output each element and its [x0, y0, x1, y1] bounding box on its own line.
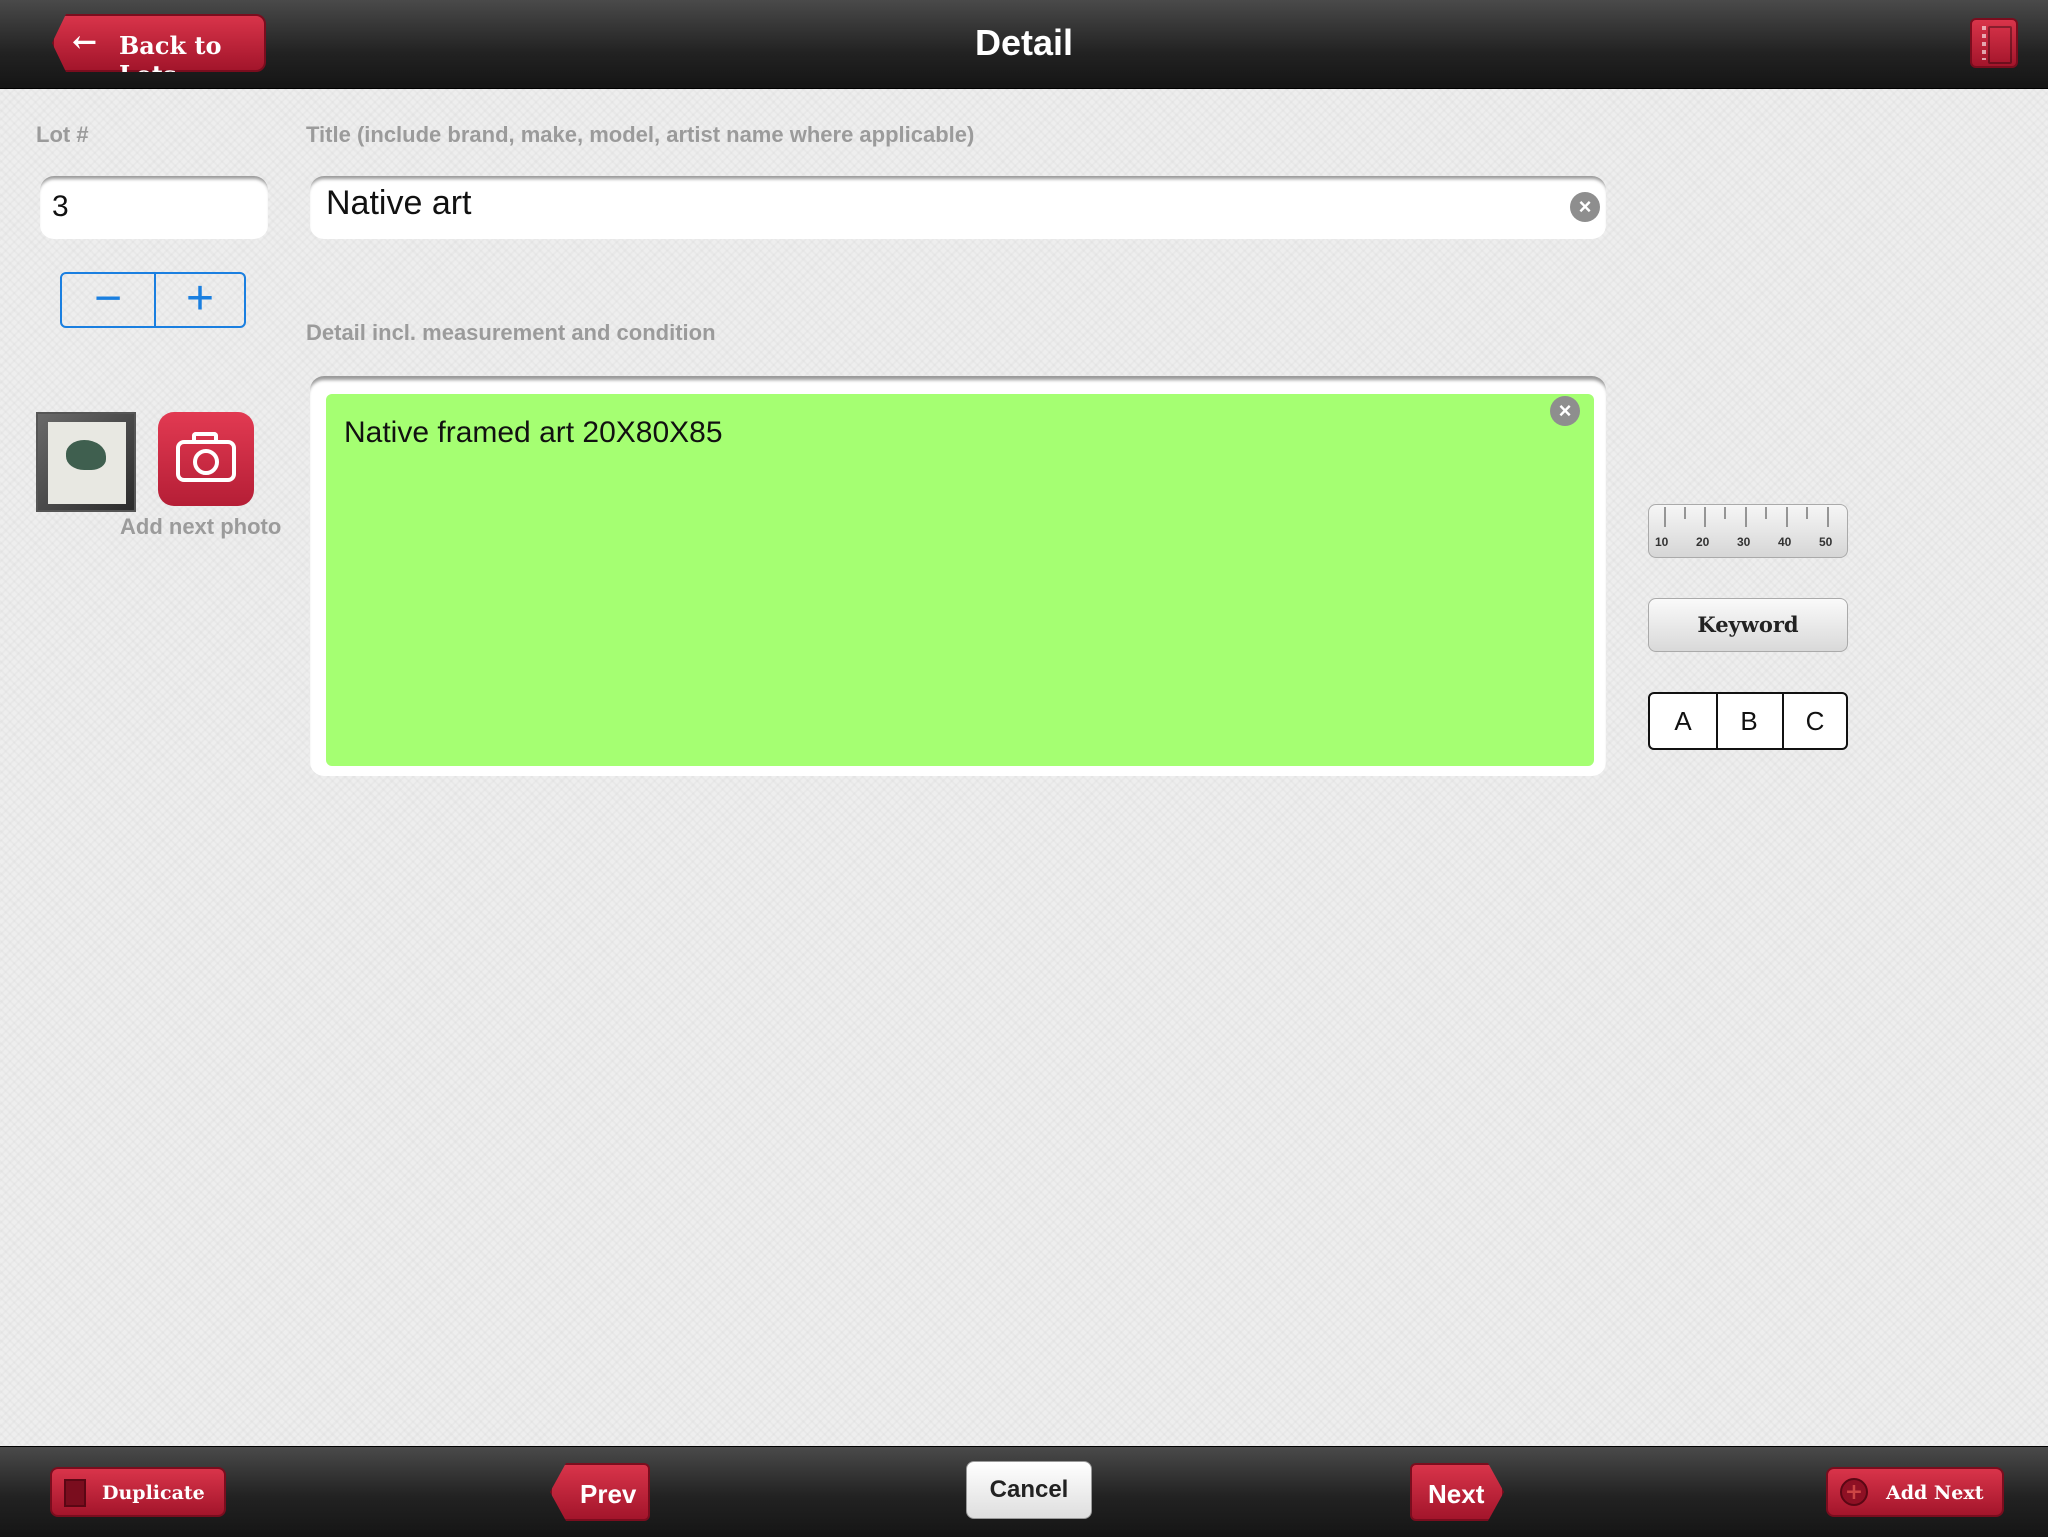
- camera-button[interactable]: [158, 412, 254, 506]
- duplicate-label: Duplicate: [102, 1482, 205, 1504]
- add-icon: +: [1840, 1478, 1868, 1506]
- grade-segmented-control: A B C: [1648, 692, 1848, 750]
- lot-number-value: 3: [52, 190, 69, 223]
- measurement-ruler-button[interactable]: 10 20 30 40 50: [1648, 504, 1848, 558]
- duplicate-icon: [64, 1479, 86, 1507]
- top-navigation-bar: ← Back to Lots Detail: [0, 0, 2048, 89]
- grade-c-button[interactable]: C: [1782, 694, 1848, 748]
- increment-button[interactable]: +: [154, 274, 246, 326]
- next-button[interactable]: Next: [1410, 1463, 1504, 1521]
- lot-number-label: Lot #: [36, 122, 89, 147]
- detail-highlight-area[interactable]: Native framed art 20X80X85 ×: [326, 394, 1594, 766]
- grade-b-button[interactable]: B: [1716, 694, 1784, 748]
- framed-art-image: [66, 440, 106, 470]
- notebook-icon: [1982, 26, 1986, 60]
- ruler-tick-40: 40: [1778, 535, 1792, 549]
- clear-detail-icon[interactable]: ×: [1550, 396, 1580, 426]
- photo-thumbnail[interactable]: [36, 412, 136, 512]
- page-title: Detail: [974, 22, 1074, 63]
- bottom-toolbar: Duplicate Prev Cancel Next + Add Next: [0, 1446, 2048, 1537]
- prev-button[interactable]: Prev: [550, 1463, 650, 1521]
- lot-number-stepper: − +: [60, 272, 246, 328]
- notebook-button[interactable]: [1970, 18, 2018, 68]
- decrement-button[interactable]: −: [62, 274, 156, 326]
- title-field[interactable]: Native art ×: [310, 176, 1606, 238]
- lot-number-field[interactable]: 3: [40, 176, 268, 238]
- grade-a-button[interactable]: A: [1650, 694, 1718, 748]
- title-label: Title (include brand, make, model, artis…: [306, 122, 975, 147]
- detail-value: Native framed art 20X80X85: [344, 416, 723, 449]
- prev-label: Prev: [580, 1479, 637, 1509]
- add-next-button[interactable]: + Add Next: [1826, 1467, 2004, 1517]
- ruler-tick-20: 20: [1696, 535, 1710, 549]
- ruler-tick-50: 50: [1819, 535, 1833, 549]
- clear-title-icon[interactable]: ×: [1570, 192, 1600, 222]
- ruler-tick-30: 30: [1737, 535, 1751, 549]
- detail-textarea[interactable]: Native framed art 20X80X85 ×: [310, 376, 1606, 776]
- add-next-photo-label: Add next photo: [120, 514, 282, 539]
- duplicate-button[interactable]: Duplicate: [50, 1467, 226, 1517]
- add-next-label: Add Next: [1886, 1482, 1984, 1504]
- keyword-button[interactable]: Keyword: [1648, 598, 1848, 652]
- next-label: Next: [1428, 1479, 1485, 1509]
- detail-label: Detail incl. measurement and condition: [306, 320, 716, 345]
- ruler-tick-10: 10: [1655, 535, 1669, 549]
- ruler-icon: [1664, 507, 1829, 527]
- title-value: Native art: [326, 184, 472, 222]
- cancel-button[interactable]: Cancel: [966, 1461, 1092, 1519]
